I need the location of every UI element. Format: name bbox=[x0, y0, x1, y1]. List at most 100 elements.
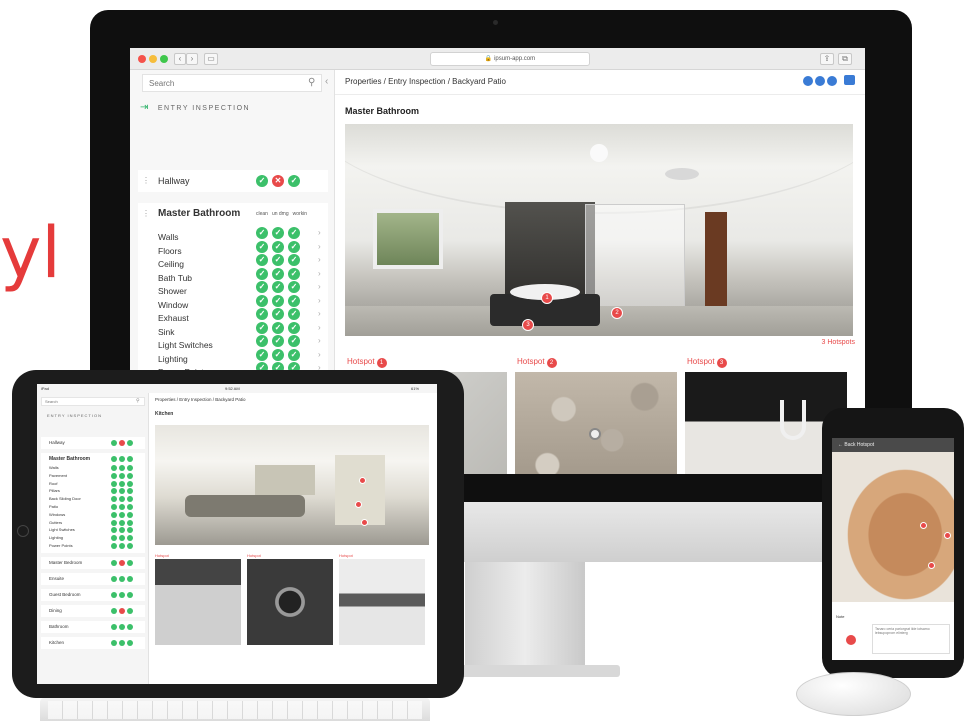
status-icon[interactable] bbox=[119, 640, 125, 646]
checklist-item[interactable]: Walls ✓ ✓ ✓ › bbox=[158, 227, 328, 242]
checklist-item[interactable]: Bath Tub ✓ ✓ ✓ › bbox=[158, 267, 328, 283]
search-icon[interactable]: ⚲ bbox=[308, 77, 315, 88]
checklist-item[interactable]: Shower ✓ ✓ ✓ › bbox=[158, 281, 328, 296]
checklist-item[interactable]: Roof bbox=[49, 481, 57, 487]
panorama-viewer[interactable] bbox=[832, 452, 954, 602]
home-button[interactable] bbox=[17, 525, 29, 537]
check-icon[interactable] bbox=[111, 496, 117, 503]
hotspot-marker-1[interactable] bbox=[359, 477, 366, 484]
hotspot-marker-2[interactable] bbox=[944, 532, 951, 539]
back-icon[interactable]: ‹ bbox=[174, 53, 186, 65]
forward-icon[interactable]: › bbox=[186, 53, 198, 65]
check-icon[interactable] bbox=[127, 535, 133, 542]
check-icon[interactable] bbox=[119, 488, 125, 495]
check-icon[interactable] bbox=[119, 543, 125, 549]
check-icon[interactable] bbox=[111, 472, 117, 479]
check-icon[interactable]: ✓ bbox=[288, 294, 300, 307]
status-icon[interactable] bbox=[119, 440, 125, 446]
check-icon[interactable] bbox=[127, 511, 133, 518]
chevron-right-icon[interactable]: › bbox=[318, 295, 321, 307]
checklist-item[interactable]: Window ✓ ✓ ✓ › bbox=[158, 294, 328, 310]
chevron-right-icon[interactable]: › bbox=[318, 241, 321, 253]
chevron-right-icon[interactable]: › bbox=[318, 308, 321, 320]
check-icon[interactable] bbox=[127, 504, 133, 510]
check-icon[interactable]: ✓ bbox=[288, 281, 300, 293]
checklist-item[interactable]: Gutters bbox=[49, 520, 62, 526]
hotspot-photo-2[interactable] bbox=[247, 559, 333, 645]
check-icon[interactable] bbox=[111, 576, 117, 582]
check-icon[interactable] bbox=[127, 456, 133, 462]
drag-handle-icon[interactable]: ⋮ bbox=[142, 209, 150, 218]
hotspot-marker-2[interactable] bbox=[355, 501, 362, 508]
chevron-right-icon[interactable]: › bbox=[318, 335, 321, 347]
check-icon[interactable] bbox=[127, 576, 133, 582]
check-icon[interactable] bbox=[119, 519, 125, 526]
check-icon[interactable]: ✓ bbox=[288, 308, 300, 320]
check-icon[interactable] bbox=[119, 511, 125, 518]
checklist-item[interactable]: Sink ✓ ✓ ✓ › bbox=[158, 321, 328, 337]
check-icon[interactable]: ✓ bbox=[288, 267, 300, 280]
check-icon[interactable]: ✓ bbox=[256, 308, 268, 320]
check-icon[interactable] bbox=[111, 480, 117, 487]
share-icon[interactable]: ⇪ bbox=[820, 53, 834, 65]
chevron-right-icon[interactable]: › bbox=[318, 349, 321, 361]
check-icon[interactable] bbox=[119, 535, 125, 542]
check-icon[interactable] bbox=[127, 608, 133, 614]
hotspot-photo-1[interactable] bbox=[155, 559, 241, 645]
panorama-viewer[interactable] bbox=[155, 425, 429, 545]
check-icon[interactable] bbox=[127, 592, 133, 598]
status-icon[interactable] bbox=[119, 576, 125, 582]
check-icon[interactable]: ✓ bbox=[256, 348, 268, 361]
check-icon[interactable] bbox=[111, 640, 117, 646]
chevron-right-icon[interactable]: › bbox=[318, 227, 321, 239]
check-icon[interactable] bbox=[111, 592, 117, 598]
address-bar[interactable]: 🔒 ipsum-app.com bbox=[430, 52, 590, 66]
room-item[interactable]: Master Bathroom Walls Pavement Roof Pillars B… bbox=[41, 453, 145, 553]
check-icon[interactable]: ✓ bbox=[288, 240, 300, 253]
drag-handle-icon[interactable]: ⋮ bbox=[142, 176, 150, 185]
checklist-item[interactable]: Exhaust ✓ ✓ ✓ › bbox=[158, 308, 328, 323]
checklist-item[interactable]: Patio bbox=[49, 504, 58, 510]
hotspot-marker-1[interactable] bbox=[920, 522, 927, 529]
check-icon[interactable] bbox=[119, 472, 125, 479]
check-icon[interactable]: ✓ bbox=[272, 348, 284, 361]
chevron-right-icon[interactable]: › bbox=[318, 322, 321, 334]
panorama-viewer[interactable]: 1 2 3 bbox=[345, 124, 853, 336]
check-icon[interactable]: ✓ bbox=[256, 294, 268, 307]
chat-icon[interactable] bbox=[844, 75, 855, 85]
check-icon[interactable] bbox=[127, 543, 133, 549]
cross-icon[interactable]: ✕ bbox=[272, 175, 284, 187]
check-icon[interactable]: ✓ bbox=[272, 240, 284, 253]
check-icon[interactable]: ✓ bbox=[256, 321, 268, 334]
check-icon[interactable]: ✓ bbox=[272, 294, 284, 307]
check-icon[interactable] bbox=[111, 456, 117, 462]
hotspot-marker-3[interactable] bbox=[928, 562, 935, 569]
check-icon[interactable] bbox=[119, 527, 125, 534]
checklist-item[interactable]: Pavement bbox=[49, 473, 67, 479]
room-item[interactable]: Guest Bedroom bbox=[41, 589, 145, 601]
check-icon[interactable] bbox=[127, 465, 133, 471]
checklist-item[interactable]: Ceiling ✓ ✓ ✓ › bbox=[158, 254, 328, 269]
check-icon[interactable] bbox=[127, 496, 133, 503]
check-icon[interactable]: ✓ bbox=[272, 281, 284, 293]
hotspot-photo-3[interactable] bbox=[339, 559, 425, 645]
check-icon[interactable]: ✓ bbox=[272, 227, 284, 239]
check-icon[interactable] bbox=[111, 511, 117, 518]
checklist-item[interactable]: Windows bbox=[49, 512, 65, 518]
status-icon[interactable] bbox=[119, 560, 125, 566]
check-icon[interactable]: ✓ bbox=[272, 267, 284, 280]
sidebar-toggle-icon[interactable]: ▭ bbox=[204, 53, 218, 65]
check-icon[interactable]: ✓ bbox=[288, 254, 300, 266]
room-item[interactable]: Dining bbox=[41, 605, 145, 617]
room-item-master-bathroom[interactable]: ⋮ Master Bathroom clean un dmg workin Wa… bbox=[138, 203, 328, 377]
chevron-right-icon[interactable]: › bbox=[318, 254, 321, 266]
check-icon[interactable]: ✓ bbox=[256, 240, 268, 253]
checklist-item[interactable]: Floors ✓ ✓ ✓ › bbox=[158, 240, 328, 256]
check-icon[interactable] bbox=[119, 496, 125, 503]
check-icon[interactable] bbox=[127, 480, 133, 487]
check-icon[interactable] bbox=[127, 560, 133, 566]
hotspot-marker[interactable] bbox=[846, 635, 856, 645]
check-icon[interactable] bbox=[119, 504, 125, 510]
check-icon[interactable]: ✓ bbox=[272, 254, 284, 266]
hotspot-marker-3[interactable] bbox=[361, 519, 368, 526]
